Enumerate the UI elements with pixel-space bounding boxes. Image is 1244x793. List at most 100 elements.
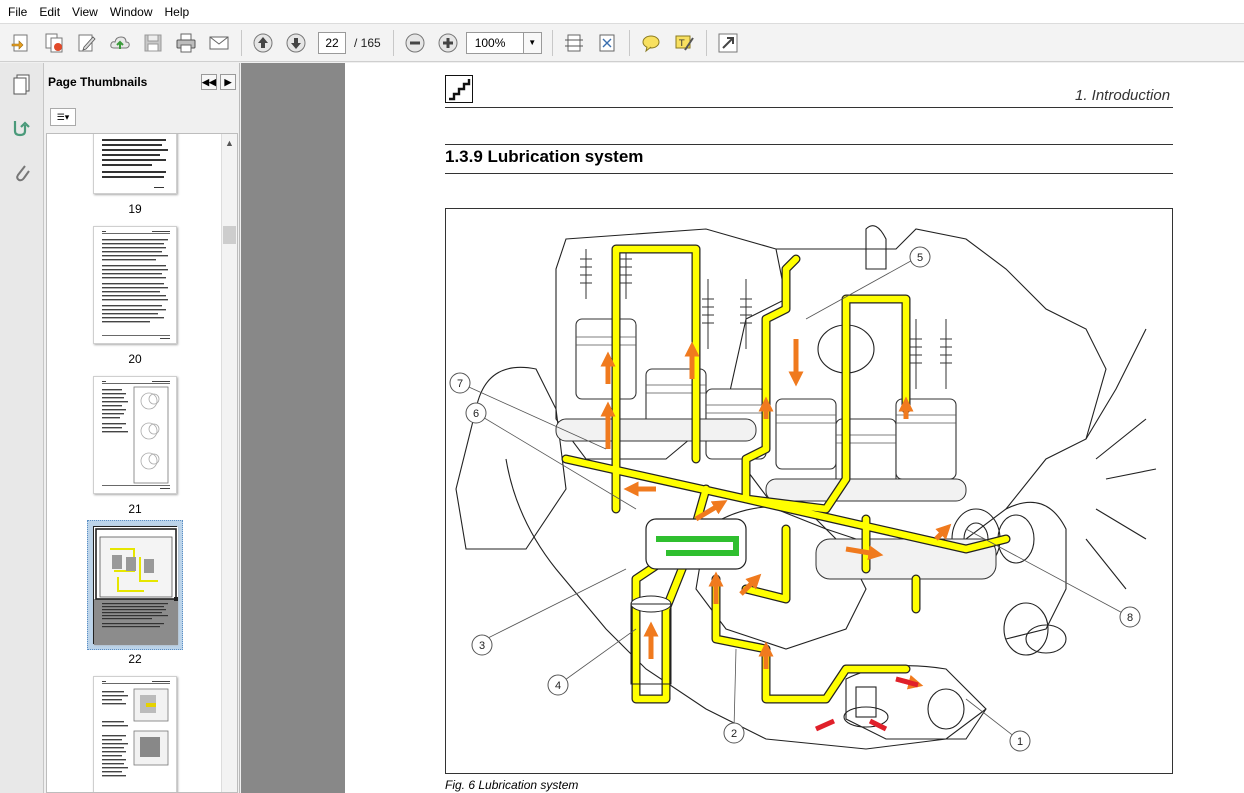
menu-file[interactable]: File [2,0,33,24]
thumbnail-page-19[interactable] [93,134,177,194]
lubrication-system-figure: 1 2 3 4 5 6 7 8 [445,208,1173,774]
full-screen-button[interactable] [713,28,743,58]
collapse-panel-button[interactable]: ◀◀ [201,74,217,90]
email-button[interactable] [204,28,234,58]
arrow-down-icon [286,33,306,52]
callout-5: 5 [909,246,931,268]
thumbnail-options-button[interactable]: ☰▾ [50,108,76,126]
speech-bubble-icon [642,35,660,52]
highlighter-icon: T [675,35,694,51]
printer-icon [176,33,196,52]
svg-text:T: T [678,39,685,49]
thumbnail-page-22[interactable] [93,526,178,645]
panel-menu-button[interactable]: ▶ [220,74,236,90]
bookmarks-tab[interactable] [0,107,44,151]
engine-illustration: 1 2 3 4 5 6 7 8 [449,225,1157,752]
figure-caption: Fig. 6 Lubrication system [445,778,579,792]
callout-8: 8 [1119,606,1141,628]
thumbnail-label: 20 [128,352,142,366]
print-button[interactable] [171,28,201,58]
svg-text:1: 1 [1017,736,1023,748]
callout-1: 1 [1009,730,1031,752]
menu-window[interactable]: Window [104,0,159,24]
scroll-up-icon[interactable]: ▲ [225,138,234,148]
page-thumbnails-tab[interactable] [0,63,44,107]
thumbnail-scrollbar[interactable]: ▲ [221,134,237,792]
header-rule [445,107,1173,108]
combine-files-button[interactable] [39,28,69,58]
svg-text:4: 4 [555,680,561,692]
fit-width-button[interactable] [559,28,589,58]
envelope-icon [209,36,229,49]
edit-document-button[interactable] [72,28,102,58]
cloud-upload-icon [110,35,130,49]
plus-icon [438,33,458,52]
page-preview [102,231,170,339]
combine-files-icon [45,33,63,52]
fit-page-icon [599,34,615,51]
callout-4: 4 [547,674,569,696]
menu-edit[interactable]: Edit [33,0,66,24]
create-pdf-button[interactable] [6,28,36,58]
thumbnails-panel: Page Thumbnails ◀◀ ▶ ☰▾ 19 20 21 22 ▲ [44,63,240,793]
stairs-logo-icon [445,75,473,103]
document-page[interactable]: 1. Introduction 1.3.9 Lubrication system [345,63,1244,793]
highlight-button[interactable]: T [669,28,699,58]
zoom-dropdown-button[interactable]: ▼ [523,31,542,54]
attachments-tab[interactable] [0,151,44,195]
thumbnail-list[interactable]: 19 20 21 22 ▲ [46,133,238,793]
panel-options: ☰▾ [44,101,239,133]
svg-text:2: 2 [731,728,737,740]
callout-2: 2 [723,722,745,744]
toolbar-separator [392,29,394,56]
thumbnail-page-23[interactable] [93,676,177,792]
thumbnail-page-21[interactable] [93,376,177,494]
callout-7: 7 [449,372,471,394]
chevron-right-icon: ▶ [224,76,232,87]
zoom-out-button[interactable] [400,28,430,58]
page-total: / 165 [354,35,381,50]
chevron-down-icon: ▼ [528,38,537,47]
toolbar: 22 / 165 100% ▼ T [0,24,1244,62]
create-pdf-icon [11,34,28,51]
paperclip-icon [16,165,30,182]
page-preview [102,139,168,188]
options-menu-icon: ☰▾ [56,111,70,122]
zoom-level-input[interactable]: 100% [465,31,524,54]
callout-6: 6 [465,402,487,424]
document-background [241,63,345,793]
expand-icon [718,33,738,52]
page-preview [102,381,170,489]
panel-title: Page Thumbnails [48,75,148,89]
page-preview [102,681,170,777]
comment-button[interactable] [636,28,666,58]
scrollbar-thumb[interactable] [223,226,236,244]
menu-view[interactable]: View [66,0,104,24]
bookmark-link-icon [13,121,30,137]
edit-document-icon [78,34,96,51]
toolbar-separator [705,29,707,56]
minus-icon [405,33,425,52]
menu-help[interactable]: Help [159,0,196,24]
toolbar-separator [628,29,630,56]
toolbar-separator [551,29,553,56]
panel-header: Page Thumbnails ◀◀ ▶ [44,63,239,101]
fit-page-button[interactable] [592,28,622,58]
page-preview [94,527,178,645]
thumbnail-page-20[interactable] [93,226,177,344]
page-number-input[interactable]: 22 [318,31,346,54]
next-page-button[interactable] [281,28,311,58]
svg-text:5: 5 [917,252,923,264]
toolbar-separator [241,29,242,56]
save-button[interactable] [138,28,168,58]
thumbnail-label: 22 [128,652,142,666]
previous-page-button[interactable] [248,28,278,58]
thumbnail-label: 21 [128,502,142,516]
chapter-header: 1. Introduction [1075,87,1171,104]
arrow-up-icon [253,33,273,52]
svg-text:8: 8 [1127,612,1133,624]
upload-button[interactable] [105,28,135,58]
double-chevron-left-icon: ◀◀ [202,76,216,87]
callout-3: 3 [471,634,493,656]
zoom-in-button[interactable] [433,28,463,58]
